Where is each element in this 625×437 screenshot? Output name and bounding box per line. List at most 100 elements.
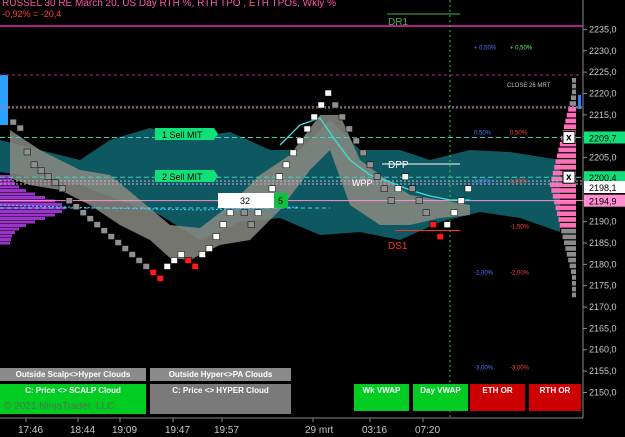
price-tick-label: 2160,0 bbox=[589, 345, 617, 355]
left-tpo-profile-bar bbox=[0, 185, 19, 189]
renko-brick bbox=[44, 173, 52, 181]
price-tick-label: 2235,0 bbox=[589, 24, 617, 34]
renko-brick bbox=[16, 124, 24, 132]
renko-brick bbox=[296, 137, 304, 145]
renko-brick bbox=[387, 197, 395, 204]
right-tpo-profile-bar bbox=[557, 211, 576, 216]
wk-vwap-button[interactable]: Wk VWAP bbox=[354, 384, 409, 411]
chart-title: RUSSEL 30 RE March 20, US Day RTH %, RTH… bbox=[2, 0, 336, 9]
renko-brick bbox=[156, 275, 164, 282]
left-tpo-profile-bar bbox=[0, 182, 15, 185]
renko-brick bbox=[380, 185, 388, 192]
right-tpo-profile-bar bbox=[559, 223, 576, 228]
outside-hyper-pa-clouds-button[interactable]: Outside Hyper<>PA Clouds bbox=[150, 368, 291, 381]
price-hyper-cloud-button[interactable]: C: Price <> HYPER Cloud bbox=[150, 384, 291, 414]
price-tick-label: 2175,0 bbox=[589, 281, 617, 291]
eth-or-button[interactable]: ETH OR bbox=[470, 384, 525, 411]
price-badge-label: 2198,1 bbox=[589, 183, 617, 193]
percent-label-right: -2,00% bbox=[510, 271, 530, 277]
renko-brick bbox=[401, 173, 409, 181]
renko-brick bbox=[345, 125, 353, 133]
renko-brick bbox=[107, 233, 115, 240]
percent-label-left: -3,00% bbox=[474, 365, 494, 371]
renko-brick bbox=[219, 221, 227, 228]
wpp-label: WPP bbox=[352, 178, 373, 188]
percent-label-left: 0,50% bbox=[474, 130, 492, 136]
right-tpo-profile-bar bbox=[571, 95, 576, 100]
renko-brick bbox=[128, 251, 136, 258]
percent-label-right: 1,00% bbox=[510, 179, 528, 185]
left-tpo-profile-bar bbox=[0, 189, 26, 192]
outside-scalp-hyper-clouds-button[interactable]: Outside Scalp<>Hyper Clouds bbox=[0, 368, 146, 381]
renko-brick bbox=[93, 221, 101, 228]
right-tpo-profile-bar bbox=[558, 217, 576, 222]
right-tpo-profile-bar bbox=[565, 246, 576, 251]
renko-brick bbox=[184, 257, 192, 264]
renko-brick bbox=[226, 209, 234, 216]
renko-brick bbox=[464, 185, 472, 192]
renko-brick bbox=[408, 185, 416, 192]
sell-mit-1-label: 1 Sell MIT bbox=[162, 130, 203, 140]
close-icon: x bbox=[566, 172, 572, 183]
right-tpo-profile-bar bbox=[558, 147, 576, 153]
rth-or-button[interactable]: RTH OR bbox=[529, 384, 581, 411]
renko-brick bbox=[324, 89, 332, 97]
left-tpo-profile-bar bbox=[0, 241, 10, 245]
renko-brick bbox=[429, 221, 437, 228]
right-tpo-profile-bar bbox=[555, 159, 576, 164]
left-tpo-profile-bar bbox=[0, 227, 19, 231]
right-tpo-profile-bar bbox=[566, 112, 576, 118]
right-tpo-profile-bar bbox=[552, 194, 576, 199]
right-tpo-profile-bar bbox=[572, 89, 576, 95]
right-tpo-profile-bar bbox=[557, 153, 576, 158]
time-tick-label: 19:47 bbox=[165, 425, 190, 436]
ninjatrader-chart-window: + 0,50% + 0,50% 0,50% 0,50% 1,00% 1,00% -1,50%… bbox=[0, 0, 625, 437]
right-tpo-profile-bar bbox=[572, 281, 576, 286]
renko-brick bbox=[198, 251, 206, 258]
right-tpo-profile-bar bbox=[568, 257, 576, 263]
renko-brick bbox=[79, 209, 87, 216]
dpp-label: DPP bbox=[388, 160, 409, 171]
right-tpo-profile-bar bbox=[569, 263, 576, 269]
renko-brick bbox=[268, 185, 276, 192]
right-tpo-profile-bar bbox=[569, 101, 576, 106]
renko-brick bbox=[457, 197, 465, 204]
time-tick-label: 07:20 bbox=[415, 425, 440, 436]
price-tick-label: 2220,0 bbox=[589, 88, 617, 98]
left-tpo-profile-bar bbox=[0, 220, 35, 224]
close-icon: x bbox=[566, 132, 572, 143]
day-vwap-button[interactable]: Day VWAP bbox=[413, 384, 468, 411]
price-tick-label: 2180,0 bbox=[589, 259, 617, 269]
left-tpo-profile-bar bbox=[0, 210, 62, 213]
percent-label-left: + 0,50% bbox=[474, 45, 497, 51]
right-tpo-profile-bar bbox=[572, 275, 576, 280]
percent-label-left: 1,00% bbox=[474, 179, 492, 185]
copyright-notice: © 2021 NinjaTrader, LLC bbox=[4, 401, 115, 412]
price-tick-label: 2150,0 bbox=[589, 387, 617, 397]
renko-brick bbox=[23, 148, 31, 156]
left-tpo-profile-bar bbox=[0, 231, 15, 234]
renko-brick bbox=[86, 215, 94, 222]
renko-brick bbox=[422, 209, 430, 216]
renko-brick bbox=[394, 185, 402, 192]
right-tpo-profile-bar bbox=[555, 205, 576, 211]
price-tick-label: 2155,0 bbox=[589, 366, 617, 376]
renko-brick bbox=[373, 173, 381, 181]
right-tpo-profile-bar bbox=[561, 228, 576, 234]
price-tick-label: 2165,0 bbox=[589, 323, 617, 333]
left-tpo-profile-bar bbox=[0, 192, 35, 196]
price-tick-label: 2185,0 bbox=[589, 238, 617, 248]
renko-brick bbox=[170, 257, 178, 264]
right-tpo-profile-bar bbox=[562, 234, 576, 240]
renko-brick bbox=[240, 209, 248, 216]
renko-brick bbox=[310, 113, 318, 121]
renko-brick bbox=[317, 101, 325, 109]
right-tpo-profile-bar bbox=[564, 240, 576, 245]
renko-brick bbox=[282, 161, 290, 169]
renko-brick bbox=[114, 239, 122, 246]
left-tpo-profile-bar bbox=[0, 238, 11, 241]
renko-brick bbox=[191, 263, 199, 270]
renko-brick bbox=[338, 113, 346, 121]
renko-brick bbox=[359, 149, 367, 157]
daily-change-readout: -0,92% = -20,4 bbox=[2, 9, 62, 19]
